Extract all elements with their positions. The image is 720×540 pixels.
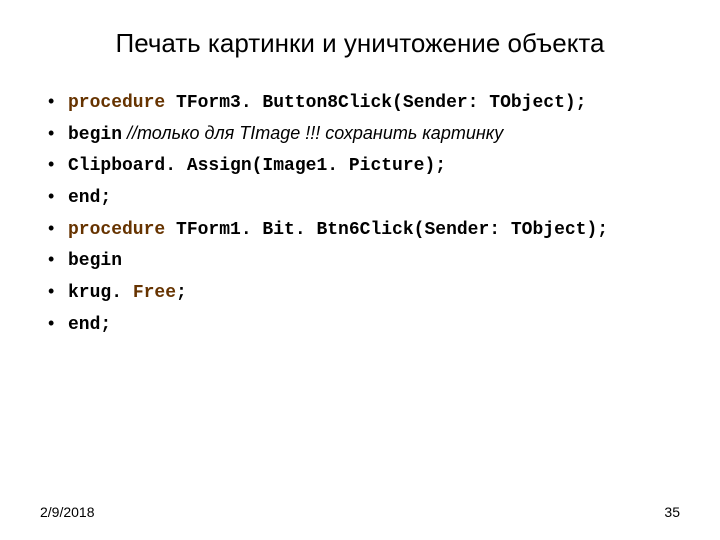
- code-text: TForm1. Bit. Btn6Click(Sender: TObject);: [165, 220, 608, 240]
- code-line-7: krug. Free;: [48, 277, 680, 309]
- keyword-end: end;: [68, 188, 111, 208]
- slide-footer: 2/9/2018 35: [40, 504, 680, 520]
- footer-page-number: 35: [664, 504, 680, 520]
- footer-date: 2/9/2018: [40, 504, 95, 520]
- code-line-1: procedure TForm3. Button8Click(Sender: T…: [48, 87, 680, 119]
- code-line-5: procedure TForm1. Bit. Btn6Click(Sender:…: [48, 214, 680, 246]
- keyword-begin: begin: [68, 125, 122, 145]
- code-line-8: end;: [48, 309, 680, 341]
- keyword-procedure: procedure: [68, 220, 165, 240]
- code-text: TForm3. Button8Click(Sender: TObject);: [165, 93, 586, 113]
- keyword-begin: begin: [68, 251, 122, 271]
- code-text: ;: [176, 283, 187, 303]
- code-list: procedure TForm3. Button8Click(Sender: T…: [48, 87, 680, 341]
- method-free: Free: [133, 283, 176, 303]
- code-line-4: end;: [48, 182, 680, 214]
- code-text: krug.: [68, 283, 133, 303]
- slide-title: Печать картинки и уничтожение объекта: [40, 28, 680, 59]
- keyword-end: end;: [68, 315, 111, 335]
- code-text: Clipboard. Assign(Image1. Picture);: [68, 156, 446, 176]
- keyword-procedure: procedure: [68, 93, 165, 113]
- code-line-2: begin //только для TImage !!! сохранить …: [48, 119, 680, 151]
- code-line-3: Clipboard. Assign(Image1. Picture);: [48, 150, 680, 182]
- comment-text: //только для TImage !!! сохранить картин…: [122, 123, 503, 143]
- code-line-6: begin: [48, 245, 680, 277]
